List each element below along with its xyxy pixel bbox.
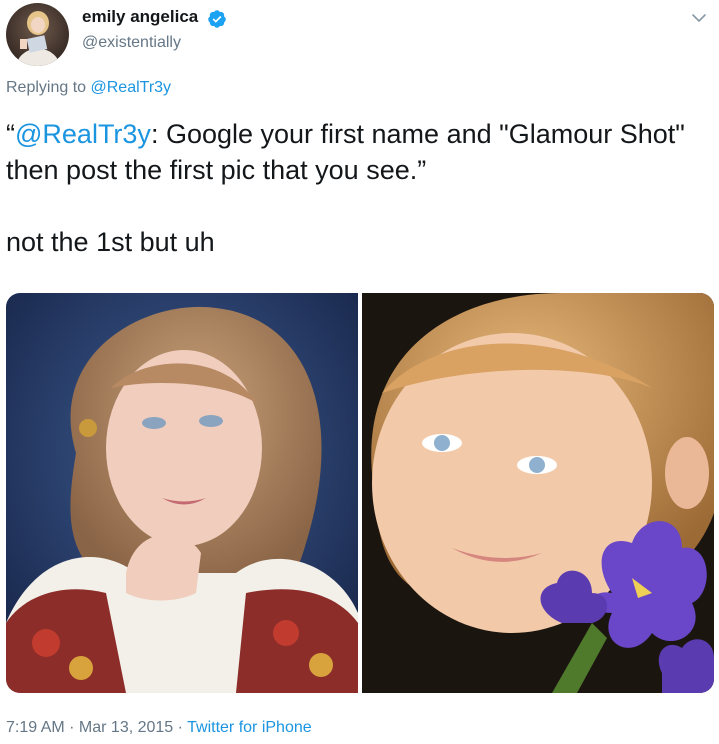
- avatar-image: [6, 3, 69, 66]
- meta-separator: ·: [173, 719, 188, 736]
- quote-mention-link[interactable]: @RealTr3y: [15, 119, 151, 149]
- chevron-down-icon[interactable]: [689, 8, 709, 28]
- tweet-meta: 7:19 AM · Mar 13, 2015 · Twitter for iPh…: [6, 719, 312, 737]
- glamour-shot-photo-1[interactable]: [6, 293, 358, 693]
- verified-badge-icon: [208, 10, 226, 28]
- tweet-date[interactable]: Mar 13, 2015: [79, 719, 173, 736]
- media-grid: [6, 293, 714, 693]
- tweet-text: “@RealTr3y: Google your first name and "…: [6, 116, 706, 260]
- meta-separator: ·: [64, 719, 79, 736]
- tweet-comment: not the 1st but uh: [6, 227, 215, 257]
- replying-to-label: Replying to: [6, 79, 91, 96]
- avatar[interactable]: [6, 3, 69, 66]
- tweet-time[interactable]: 7:19 AM: [6, 719, 65, 736]
- author-display-name[interactable]: emily angelica: [82, 7, 198, 27]
- author-handle[interactable]: @existentially: [82, 34, 181, 52]
- tweet-source-link[interactable]: Twitter for iPhone: [187, 719, 312, 736]
- quote-open-mark: “: [6, 119, 15, 149]
- tweet-quote: “@RealTr3y: Google your first name and "…: [6, 116, 706, 188]
- replying-to: Replying to @RealTr3y: [6, 79, 171, 97]
- glamour-shot-photo-2[interactable]: [362, 293, 714, 693]
- reply-target-link[interactable]: @RealTr3y: [91, 79, 172, 96]
